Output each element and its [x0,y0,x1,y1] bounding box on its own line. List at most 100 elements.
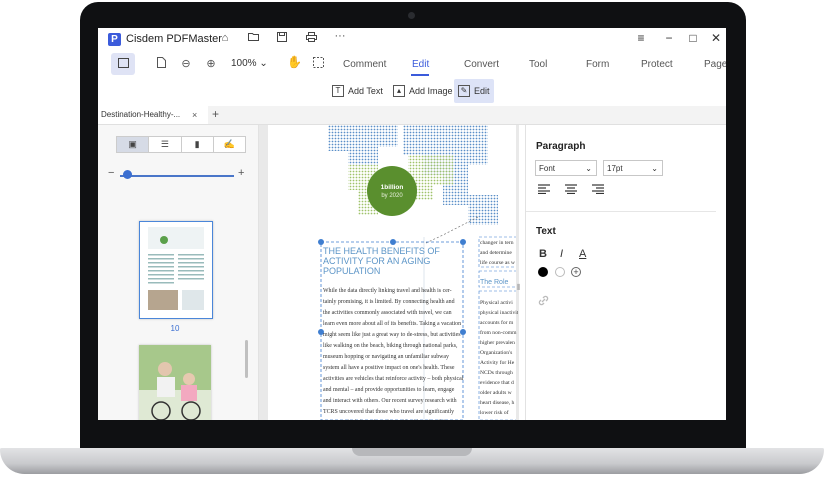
tab-tool[interactable]: Tool [529,59,547,70]
thumbnail-scrollbar[interactable] [245,340,248,378]
slider-handle[interactable] [123,170,132,179]
zoom-in-icon[interactable]: ⊕ [204,57,218,70]
paragraph-section-title: Paragraph [536,141,586,152]
text-line: changer in tern [480,240,514,246]
link-icon[interactable] [538,295,549,309]
text-line: physical inactivity a [480,310,518,316]
zoom-level: 100% [231,58,257,69]
align-left-icon[interactable] [538,184,550,197]
add-image-button[interactable]: ▴ Add Image [389,79,457,103]
right-splitter-handle[interactable]: ⦀ [517,283,521,293]
chevron-down-icon: ⌄ [651,164,658,173]
article-body-text[interactable]: While the data directly linking travel a… [323,286,465,420]
text-line: like walking on the beach, biking throug… [323,343,458,349]
color-swatch-white[interactable] [555,267,565,277]
text-line: learn even more about all of its benefit… [323,321,462,327]
tab-convert[interactable]: Convert [464,59,499,70]
minimize-icon[interactable]: − [661,31,677,45]
page-thumbnail[interactable] [139,345,211,420]
document-tab-title: Destination-Healthy-... [101,110,181,119]
outline-tab-icon[interactable]: ☰ [149,137,182,152]
edit-mode-button[interactable]: ✎ Edit [454,79,494,103]
bookmark-tab-icon[interactable]: ▮ [182,137,214,152]
add-tab-icon[interactable]: + [212,106,219,123]
text-line: from non-comm [480,330,517,336]
text-line: Physical activi [480,300,513,306]
text-line: older adults w [480,390,512,396]
text-line: museum hopping or navigating an unfamili… [323,354,449,360]
save-icon[interactable] [275,32,289,45]
print-icon[interactable] [304,32,318,45]
more-icon[interactable]: ··· [333,30,347,42]
text-line: system all have a positive impact on one… [323,365,455,371]
add-color-icon[interactable]: + [571,267,581,277]
text-line: The Role [480,279,509,286]
app-window: P Cisdem PDFMaster ⌂ ··· ≡ − □ ✕ ⊖ ⊕ 100… [98,28,726,420]
close-tab-icon[interactable]: × [192,106,197,124]
tab-protect[interactable]: Protect [641,59,673,70]
heading-line: POPULATION [323,266,381,276]
text-line: Organization's [480,350,513,356]
chevron-down-icon: ⌄ [585,164,592,173]
font-family-value: Font [539,164,556,173]
text-line: evidence that d [480,380,514,386]
menu-icon[interactable]: ≡ [633,31,649,45]
text-line: While the data directly linking travel a… [323,288,452,294]
text-line: heart disease, h [480,400,515,406]
text-line: and mental – and provide opportunities t… [323,387,455,393]
align-right-icon[interactable] [592,184,604,197]
underline-button[interactable]: A [579,248,586,260]
thumbnails-tab-icon[interactable]: ▣ [117,137,150,152]
article-heading[interactable]: THE HEALTH BENEFITS OF ACTIVITY FOR AN A… [323,246,463,276]
properties-panel: Paragraph Font ⌄ 17pt ⌄ Text B I A + [525,125,726,420]
thumbnail-zoom-minus-icon[interactable]: − [108,167,114,179]
text-line: lower risk of [480,410,509,416]
text-line: higher prevalen [480,340,515,346]
tab-form[interactable]: Form [586,59,609,70]
align-center-icon[interactable] [565,184,577,197]
title-bar: P Cisdem PDFMaster ⌂ ··· ≡ − □ ✕ [98,28,726,52]
thumbnail-zoom-plus-icon[interactable]: + [238,167,244,179]
text-line: life course as w [480,260,515,266]
pdf-page: 1billion by 2020 THE HEALTH BENEFITS OF … [268,125,520,420]
hand-tool-icon[interactable]: ✋ [287,55,302,69]
bold-button[interactable]: B [539,248,547,260]
text-line: and determine [480,250,512,256]
chevron-down-icon: ⌄ [259,58,268,69]
panel-mode-switcher: ▣ ☰ ▮ ✍ [116,136,246,153]
tab-comment[interactable]: Comment [343,59,386,70]
heading-line: THE HEALTH BENEFITS OF [323,246,440,256]
edit-pencil-icon: ✎ [458,85,470,97]
text-line: Activity for He [480,360,515,366]
home-icon[interactable]: ⌂ [218,32,232,44]
thumbnail-zoom-slider[interactable] [120,175,234,177]
sidebar-toggle-button[interactable] [111,53,135,75]
maximize-icon[interactable]: □ [685,31,701,45]
zoom-out-icon[interactable]: ⊖ [179,57,193,70]
add-text-button[interactable]: T Add Text [328,79,387,103]
font-family-select[interactable]: Font ⌄ [535,160,597,176]
add-text-icon: T [332,85,344,97]
stat-badge-value: 1billion [380,184,404,191]
page-view-icon[interactable] [154,57,168,71]
color-swatch-black[interactable] [538,267,548,277]
edit-subtoolbar: T Add Text ▴ Add Image ✎ Edit [98,76,726,107]
text-line: might seem like just a great way to de-s… [323,332,461,338]
app-title: Cisdem PDFMaster [126,33,222,45]
side-column-text[interactable]: changer in tern and determine life course … [480,238,518,418]
document-tab-bar: Destination-Healthy-... × + [98,106,726,125]
laptop-notch [352,448,472,456]
tab-edit[interactable]: Edit [412,59,429,70]
text-line: and interact with others. Our recent sur… [323,398,457,404]
signature-tab-icon[interactable]: ✍ [214,137,245,152]
close-icon[interactable]: ✕ [708,31,724,45]
select-tool-icon[interactable] [311,57,325,71]
text-line [480,288,518,298]
text-line: tainly promising, it is limited. By conn… [323,299,455,305]
zoom-dropdown[interactable]: 100% ⌄ [231,58,268,69]
page-thumbnail-current[interactable] [139,221,213,319]
font-size-select[interactable]: 17pt ⌄ [603,160,663,176]
tab-page[interactable]: Page [704,59,726,70]
italic-button[interactable]: I [560,248,563,260]
folder-icon[interactable] [246,32,260,44]
